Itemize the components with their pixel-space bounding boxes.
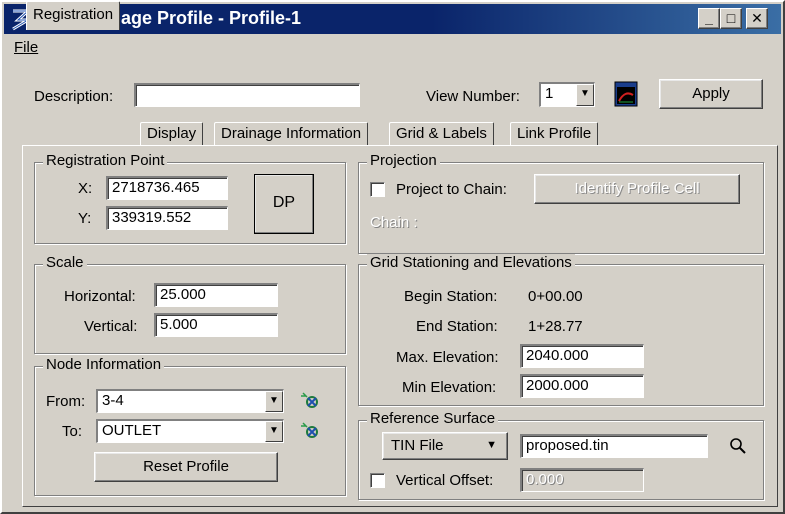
from-label: From: <box>46 393 86 410</box>
to-label: To: <box>62 423 83 440</box>
tab-link-profile[interactable]: Link Profile <box>510 122 599 146</box>
minimize-icon: _ <box>705 10 713 26</box>
tab-display[interactable]: Display <box>140 122 204 146</box>
tab-grid-labels[interactable]: Grid & Labels <box>389 122 494 146</box>
node-information-title: Node Information <box>43 356 165 373</box>
vertical-offset-checkbox[interactable] <box>370 473 385 488</box>
project-to-chain-label: Project to Chain: <box>396 181 507 198</box>
view-number-select[interactable]: 1 ▼ <box>539 82 595 107</box>
view-number-label: View Number: <box>426 88 520 105</box>
to-node-select[interactable]: OUTLET ▼ <box>96 419 284 443</box>
end-station-value: 1+28.77 <box>528 318 583 335</box>
maximize-icon: □ <box>726 10 736 26</box>
description-label: Description: <box>34 88 114 105</box>
vertical-scale-input[interactable]: 5.000 <box>154 313 278 337</box>
description-input[interactable] <box>134 83 360 107</box>
max-elevation-label: Max. Elevation: <box>396 349 499 366</box>
to-node-value: OUTLET <box>102 422 162 439</box>
chain-label: Chain : <box>370 214 418 231</box>
from-node-select[interactable]: 3-4 ▼ <box>96 389 284 413</box>
view-window-icon[interactable] <box>614 81 638 107</box>
surface-type-select[interactable]: TIN File ▼ <box>382 432 508 460</box>
tab-drainage-information[interactable]: Drainage Information <box>214 122 369 146</box>
scale-group: Scale <box>34 254 346 354</box>
apply-button[interactable]: Apply <box>659 79 763 109</box>
reset-profile-button[interactable]: Reset Profile <box>94 452 278 482</box>
projection-title: Projection <box>367 152 440 169</box>
y-coordinate-input[interactable]: 339319.552 <box>106 206 228 230</box>
begin-station-label: Begin Station: <box>404 288 498 305</box>
x-label: X: <box>78 180 93 197</box>
x-coordinate-input[interactable]: 2718736.465 <box>106 176 228 200</box>
view-number-value: 1 <box>545 85 554 102</box>
search-icon[interactable] <box>728 436 748 456</box>
reference-surface-title: Reference Surface <box>367 410 499 427</box>
min-elevation-label: Min Elevation: <box>402 379 497 396</box>
vertical-offset-input[interactable]: 0.000 <box>520 468 644 492</box>
registration-point-title: Registration Point <box>43 152 168 169</box>
close-button[interactable]: ✕ <box>746 8 768 29</box>
scale-title: Scale <box>43 254 87 271</box>
chevron-down-icon: ▼ <box>486 439 497 451</box>
grid-stationing-title: Grid Stationing and Elevations <box>367 254 575 271</box>
chevron-down-icon: ▼ <box>265 391 283 412</box>
tab-registration[interactable]: Registration <box>26 1 121 30</box>
horizontal-scale-input[interactable]: 25.000 <box>154 283 278 307</box>
menu-file[interactable]: File <box>14 39 38 56</box>
y-label: Y: <box>78 210 92 227</box>
horizontal-label: Horizontal: <box>64 288 136 305</box>
close-icon: ✕ <box>751 10 763 26</box>
surface-file-input[interactable]: proposed.tin <box>520 434 708 458</box>
surface-type-value: TIN File <box>391 437 444 454</box>
chevron-down-icon: ▼ <box>576 84 594 106</box>
begin-station-value: 0+00.00 <box>528 288 583 305</box>
title-bar[interactable]: Edit Drainage Profile - Profile-1 _ □ ✕ <box>4 4 781 34</box>
edit-drainage-profile-window: Edit Drainage Profile - Profile-1 _ □ ✕ … <box>0 0 785 514</box>
dp-button[interactable]: DP <box>254 174 314 234</box>
chevron-down-icon: ▼ <box>265 421 283 442</box>
end-station-label: End Station: <box>416 318 498 335</box>
from-node-locate-icon[interactable] <box>300 390 322 410</box>
vertical-label: Vertical: <box>84 318 138 335</box>
minimize-button[interactable]: _ <box>698 8 720 29</box>
identify-profile-cell-button[interactable]: Identify Profile Cell <box>534 174 740 204</box>
to-node-locate-icon[interactable] <box>300 420 322 440</box>
from-node-value: 3-4 <box>102 392 124 409</box>
vertical-offset-label: Vertical Offset: <box>396 472 494 489</box>
maximize-button[interactable]: □ <box>720 8 742 29</box>
project-to-chain-checkbox[interactable] <box>370 182 385 197</box>
max-elevation-input[interactable]: 2040.000 <box>520 344 644 368</box>
min-elevation-input[interactable]: 2000.000 <box>520 374 644 398</box>
